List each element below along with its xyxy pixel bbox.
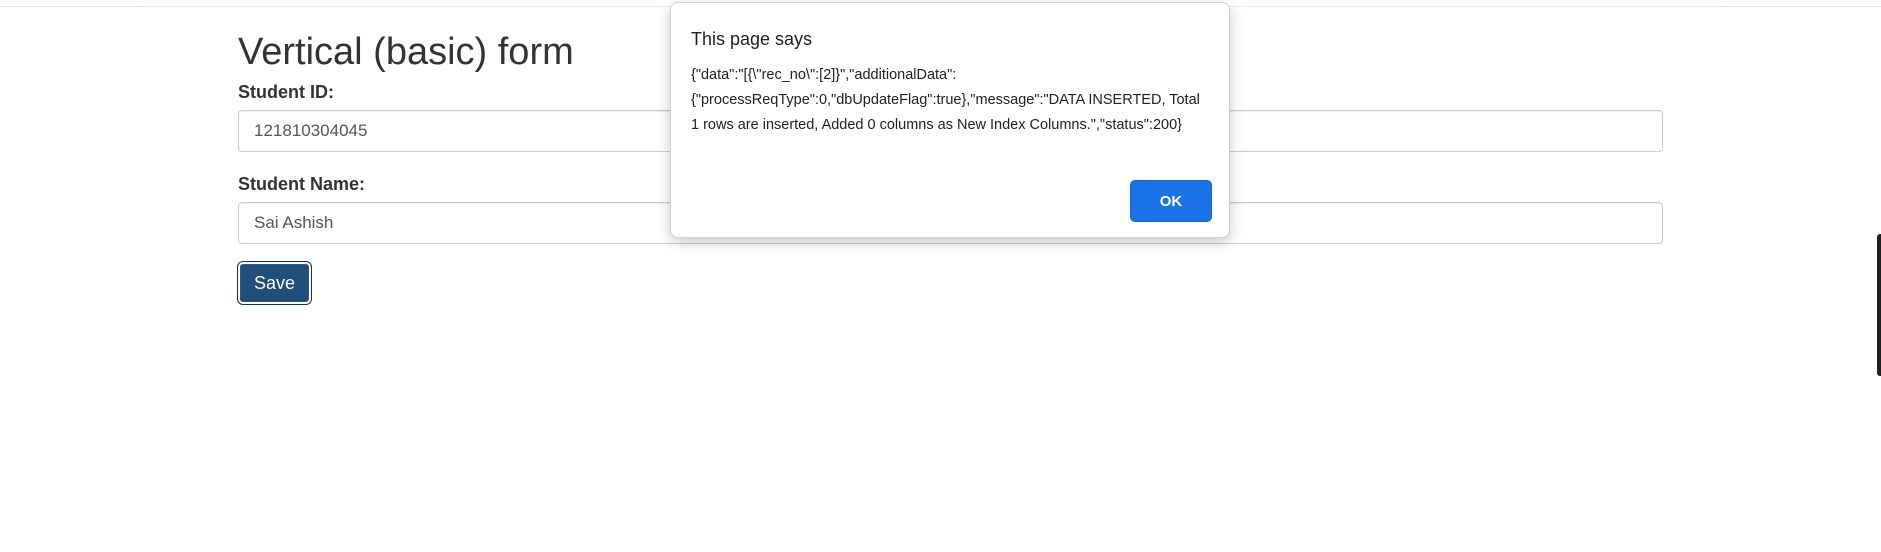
dialog-ok-button[interactable]: OK [1130, 180, 1212, 222]
alert-dialog: This page says {"data":"[{\"rec_no\":[2]… [670, 2, 1230, 238]
save-button[interactable]: Save [238, 262, 312, 304]
dialog-title: This page says [691, 29, 813, 49]
dialog-message: {"data":"[{\"rec_no\":[2]}","additionalD… [691, 67, 1200, 133]
scrollbar-handle[interactable] [1877, 234, 1881, 376]
